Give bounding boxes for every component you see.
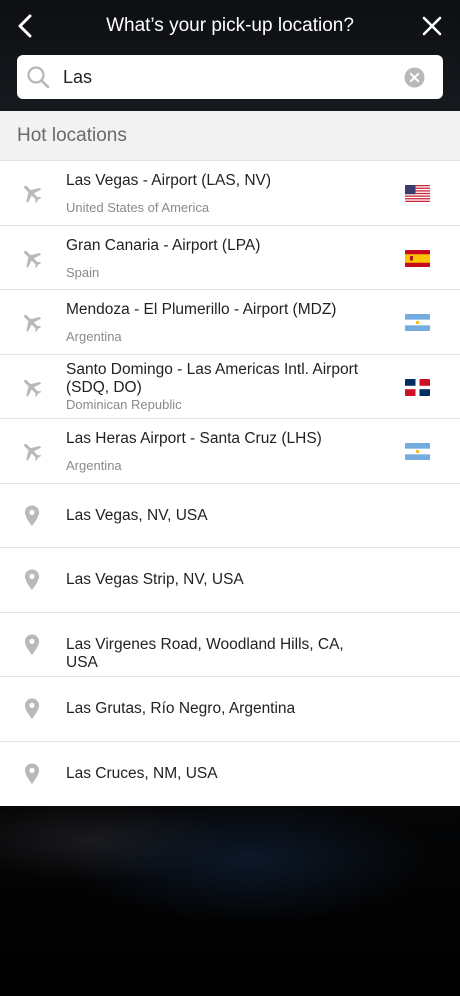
airplane-icon <box>24 379 42 397</box>
page-title: What’s your pick-up location? <box>106 15 354 36</box>
place-name: Las Virgenes Road, Woodland Hills, CA, U… <box>66 635 344 671</box>
airport-country: Dominican Republic <box>66 396 182 412</box>
close-icon <box>422 16 442 36</box>
place-name: Las Vegas Strip, NV, USA <box>66 571 244 588</box>
close-button[interactable] <box>418 12 446 40</box>
airplane-icon <box>24 185 42 203</box>
clear-search-icon[interactable] <box>404 67 425 88</box>
airport-name: Las Heras Airport - Santa Cruz (LHS) <box>66 430 322 447</box>
place-name: Las Grutas, Río Negro, Argentina <box>66 700 296 717</box>
results-list: Hot locations Las Vegas - Airport (LAS, … <box>0 111 460 806</box>
airport-row[interactable]: Santo Domingo - Las Americas Intl. Airpo… <box>0 354 460 419</box>
airport-name: Santo Domingo - Las Americas Intl. Airpo… <box>66 360 359 396</box>
map-pin-icon <box>25 634 39 655</box>
map-pin-icon <box>25 569 39 590</box>
airport-row[interactable]: Las Vegas - Airport (LAS, NV) United Sta… <box>0 161 460 226</box>
back-button[interactable] <box>12 12 40 40</box>
flag-usa-icon <box>405 185 430 202</box>
chevron-left-icon <box>18 14 32 38</box>
airport-country: Spain <box>66 264 100 280</box>
place-row[interactable]: Las Cruces, NM, USA <box>0 741 460 806</box>
airport-country: United States of America <box>66 200 210 215</box>
flag-dominican-republic-icon <box>405 378 430 396</box>
map-pin-icon <box>25 698 39 719</box>
place-row[interactable]: Las Vegas Strip, NV, USA <box>0 548 460 613</box>
airport-country: Argentina <box>66 329 122 344</box>
search-box <box>17 55 443 99</box>
airplane-icon <box>24 314 42 332</box>
search-input[interactable] <box>63 61 393 93</box>
section-header-hot-locations: Hot locations <box>0 111 460 161</box>
place-name: Las Cruces, NM, USA <box>66 764 218 782</box>
airplane-icon <box>24 250 42 268</box>
airport-row[interactable]: Gran Canaria - Airport (LPA) Spain <box>0 225 460 290</box>
airport-name: Las Vegas - Airport (LAS, NV) <box>66 172 272 189</box>
airport-name: Mendoza - El Plumerillo - Airport (MDZ) <box>66 301 337 318</box>
top-bar: What’s your pick-up location? <box>0 0 460 111</box>
place-row[interactable]: Las Grutas, Río Negro, Argentina <box>0 677 460 742</box>
place-row[interactable]: Las Vegas, NV, USA <box>0 483 460 548</box>
flag-spain-icon <box>405 249 430 267</box>
place-name: Las Vegas, NV, USA <box>66 506 208 524</box>
flag-argentina-icon <box>405 443 430 460</box>
airport-country: Argentina <box>66 458 122 473</box>
map-pin-icon <box>25 505 39 526</box>
place-row[interactable]: Las Virgenes Road, Woodland Hills, CA, U… <box>0 612 460 677</box>
airplane-icon <box>24 443 42 461</box>
airport-row[interactable]: Las Heras Airport - Santa Cruz (LHS) Arg… <box>0 419 460 484</box>
search-icon <box>27 66 50 89</box>
airport-row[interactable]: Mendoza - El Plumerillo - Airport (MDZ) … <box>0 290 460 355</box>
airport-name: Gran Canaria - Airport (LPA) <box>66 236 261 254</box>
map-pin-icon <box>25 763 39 784</box>
flag-argentina-icon <box>405 314 430 331</box>
